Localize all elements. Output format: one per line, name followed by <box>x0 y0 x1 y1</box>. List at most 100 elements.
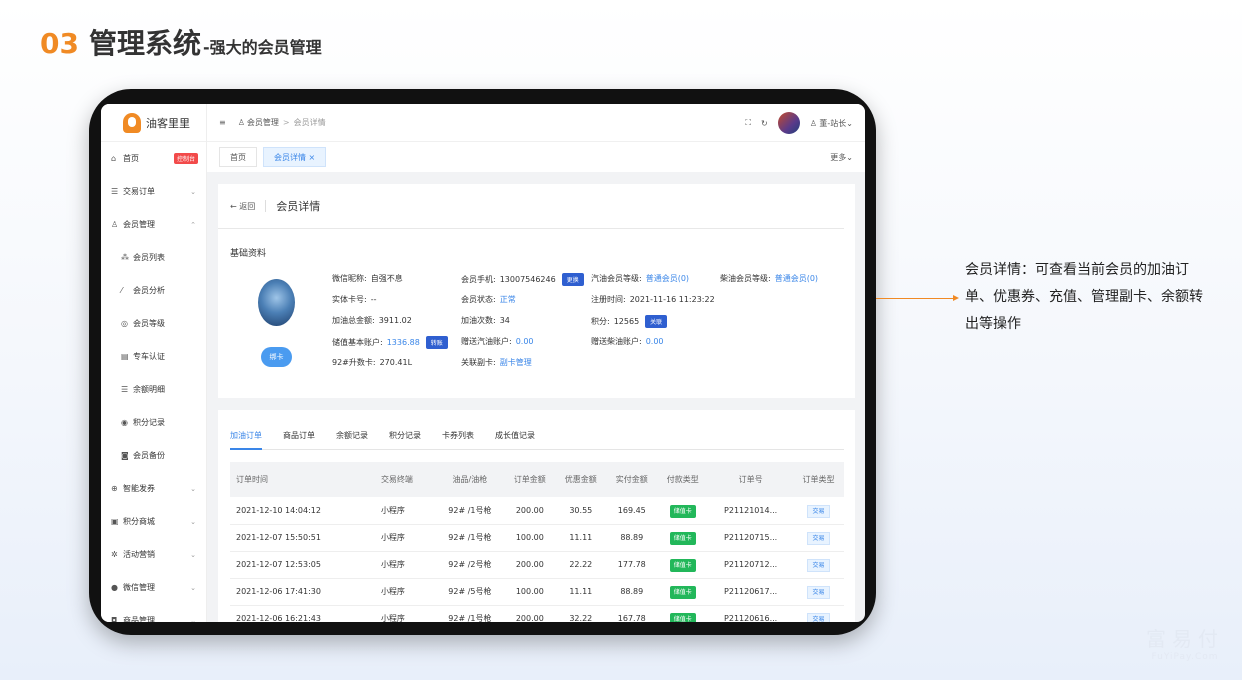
column-header: 实付金额 <box>606 462 658 497</box>
orders-table: 订单时间 交易终端 油品/油枪 订单金额 优惠金额 实付金额 付款类型 订单号 订单类型 202… <box>230 462 844 622</box>
sidebar-item-label: 智能发券 <box>123 484 155 493</box>
avatar[interactable] <box>777 112 800 134</box>
orders-card: 加油订单 商品订单 余额记录 积分记录 卡券列表 成长值记录 订单时间 交易终端 油品/油枪订… <box>218 410 855 622</box>
sidebar-item[interactable]: ☰ 余额明细 <box>101 373 206 406</box>
slide-title: 03 管理系统 -强大的会员管理 <box>40 22 322 62</box>
label: 赠送汽油账户: <box>461 337 512 346</box>
back-button[interactable]: ← 返回 <box>230 201 255 212</box>
more-tabs-button[interactable]: 更多⌄ <box>830 152 853 163</box>
sidebar-nav: ⌂ 首页 控制台 ☰ 交易订单 ⌄ ♙ 会员管理 ⌃ ⁂ 会员列表 ⁄ 会员分析 ◎ 会员等级 ▤ 专车认证 ☰ 余… <box>101 142 206 622</box>
table-cell: 100.00 <box>504 578 556 606</box>
sidebar-item-label: 余额明细 <box>133 385 165 394</box>
label: 积分: <box>591 317 610 326</box>
change-phone-button[interactable]: 更换 <box>561 273 584 286</box>
value: 13007546246 <box>499 275 556 284</box>
table-cell: 200.00 <box>504 605 556 622</box>
field-card-number: 实体卡号: -- <box>332 294 376 305</box>
sidebar-item-label: 积分商城 <box>123 517 155 526</box>
sidebar-item[interactable]: ♙ 会员管理 ⌃ <box>101 208 206 241</box>
payment-type-badge: 储值卡 <box>669 532 696 545</box>
nav-icon: ◎ <box>121 319 128 328</box>
field-total-amount: 加油总金额: 3911.02 <box>332 315 412 326</box>
field-nickname: 微信昵称: 自强不息 <box>332 273 403 284</box>
field-times: 加油次数: 34 <box>461 315 510 326</box>
table-row[interactable]: 2021-12-10 14:04:12 小程序 92# /1号枪 200.00 30.5… <box>230 497 844 525</box>
table-row[interactable]: 2021-12-07 15:50:51 小程序 92# /1号枪 100.00 11.1… <box>230 524 844 552</box>
sidebar-item[interactable]: ⁄ 会员分析 <box>101 274 206 307</box>
table-row[interactable]: 2021-12-06 16:21:43 小程序 92# /1号枪 200.00 32.2… <box>230 605 844 622</box>
transfer-button[interactable]: 转账 <box>425 336 448 349</box>
column-header: 订单号 <box>708 462 793 497</box>
menu-toggle-icon[interactable]: ≡ <box>219 118 226 127</box>
table-row[interactable]: 2021-12-07 12:53:05 小程序 92# /2号枪 200.00 22.2… <box>230 551 844 579</box>
field-basic-account: 储值基本账户: 1336.88 转账 <box>332 336 448 349</box>
table-row[interactable]: 2021-12-06 17:41:30 小程序 92# /5号枪 100.00 11.1… <box>230 578 844 606</box>
sidebar-item[interactable]: ▣ 积分商城 ⌄ <box>101 505 206 538</box>
bind-card-button[interactable]: 绑卡 <box>261 347 292 367</box>
value: 2021-11-16 11:23:22 <box>629 295 715 304</box>
console-badge[interactable]: 控制台 <box>173 153 198 164</box>
table-cell: 储值卡 <box>657 578 709 606</box>
sidebar-item[interactable]: ◉ 积分记录 <box>101 406 206 439</box>
table-cell: P21120712... <box>708 551 793 579</box>
field-gas-level: 汽油会员等级: 普通会员(0) <box>591 273 689 284</box>
table-cell: 30.55 <box>555 497 607 525</box>
label: 注册时间: <box>591 295 626 304</box>
payment-type-badge: 储值卡 <box>669 504 696 518</box>
value[interactable]: 普通会员(0) <box>646 273 689 284</box>
order-type-badge: 交易 <box>807 504 830 518</box>
table-cell: 92# /1号枪 <box>435 605 505 622</box>
record-tab[interactable]: 加油订单 <box>230 430 262 450</box>
sub-card-link[interactable]: 副卡管理 <box>500 357 532 368</box>
user-icon: ♙ <box>809 118 817 128</box>
callout-arrow-icon <box>953 295 959 301</box>
slide-heading: 管理系统 <box>88 27 201 60</box>
record-tab[interactable]: 成长值记录 <box>495 430 535 450</box>
nav-icon: ⁄ <box>121 286 123 295</box>
sidebar-item[interactable]: ☰ 交易订单 ⌄ <box>101 175 206 208</box>
value: 3911.02 <box>378 316 412 325</box>
section-title-basic: 基础资料 <box>230 249 267 259</box>
breadcrumb-parent[interactable]: 会员管理 <box>247 117 279 128</box>
tab-home[interactable]: 首页 <box>219 147 257 167</box>
user-menu[interactable]: ♙ 董-站长⌄ <box>810 118 853 129</box>
fullscreen-icon[interactable]: ⛶ <box>745 118 751 128</box>
sidebar: 油客里里 ⌂ 首页 控制台 ☰ 交易订单 ⌄ ♙ 会员管理 ⌃ ⁂ 会员列表 ⁄ 会员分析 ◎ 会员等级 ▤ 专… <box>101 104 207 622</box>
chevron-icon: ⌄ <box>190 616 196 623</box>
sidebar-item[interactable]: ⌂ 首页 控制台 <box>101 142 206 175</box>
sidebar-item[interactable]: ⊕ 智能发券 ⌄ <box>101 472 206 505</box>
value[interactable]: 普通会员(0) <box>775 273 818 284</box>
value: 34 <box>499 316 510 325</box>
value: 1336.88 <box>386 338 420 347</box>
table-cell: 交易 <box>792 497 844 525</box>
sidebar-item[interactable]: ◙ 会员备份 <box>101 439 206 472</box>
record-tab[interactable]: 卡券列表 <box>442 430 474 450</box>
column-header: 订单类型 <box>792 462 844 497</box>
sidebar-item[interactable]: ✲ 活动营销 ⌄ <box>101 538 206 571</box>
record-tab[interactable]: 余额记录 <box>336 430 368 450</box>
record-tab[interactable]: 积分记录 <box>389 430 421 450</box>
table-cell: 小程序 <box>374 578 436 606</box>
sidebar-item-label: 首页 <box>123 154 139 163</box>
value: 270.41L <box>379 358 413 367</box>
table-header: 订单时间 交易终端 油品/油枪 订单金额 优惠金额 实付金额 付款类型 订单号 订单类型 <box>230 462 844 497</box>
app-logo[interactable]: 油客里里 <box>101 104 206 142</box>
sidebar-item[interactable]: ⁂ 会员列表 <box>101 241 206 274</box>
label: 92#升数卡: <box>332 358 376 367</box>
member-info-card: ← 返回 会员详情 基础资料 绑卡 微信昵称: 自强不息 实体卡号: -- 加油总金… <box>218 184 855 398</box>
label: 会员状态: <box>461 295 496 304</box>
sidebar-item[interactable]: ◎ 会员等级 <box>101 307 206 340</box>
sidebar-item[interactable]: ▤ 专车认证 <box>101 340 206 373</box>
table-cell: 小程序 <box>374 551 436 579</box>
payment-type-badge: 储值卡 <box>669 586 696 599</box>
tab-member-detail[interactable]: 会员详情 × <box>263 147 327 167</box>
link-points-button[interactable]: 关联 <box>645 315 668 328</box>
label: 储值基本账户: <box>332 338 383 347</box>
refresh-icon[interactable]: ↻ <box>761 119 768 128</box>
sidebar-item[interactable]: ◘ 商品管理 ⌄ <box>101 604 206 622</box>
column-header: 交易终端 <box>374 462 436 497</box>
order-type-badge: 交易 <box>807 586 830 599</box>
sidebar-item[interactable]: ● 微信管理 ⌄ <box>101 571 206 604</box>
record-tab[interactable]: 商品订单 <box>283 430 315 450</box>
table-cell: 储值卡 <box>657 605 709 622</box>
